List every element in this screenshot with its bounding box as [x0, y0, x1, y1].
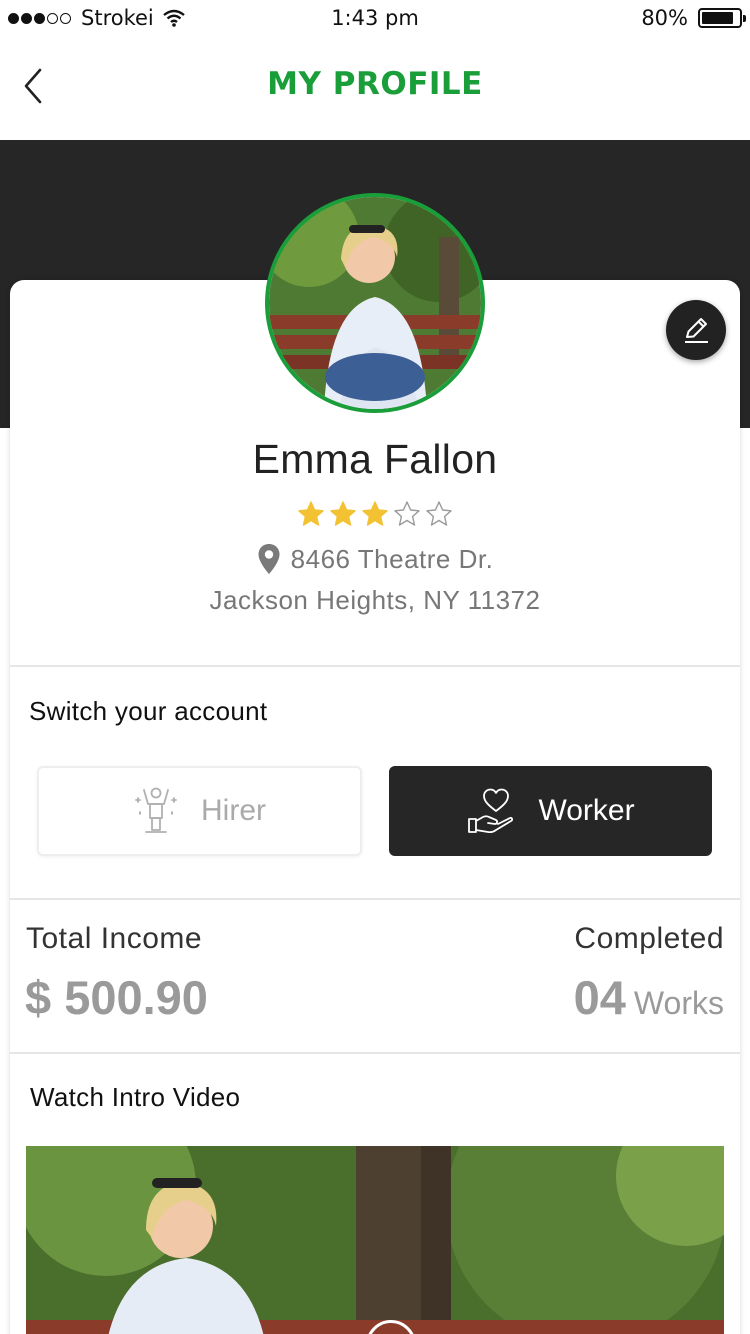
intro-video-thumbnail[interactable] — [26, 1146, 724, 1334]
divider — [10, 665, 740, 667]
worker-label: Worker — [538, 794, 635, 827]
video-frame — [26, 1146, 724, 1334]
status-bar: Strokei 1:43 pm 80% — [0, 0, 750, 40]
star-empty-icon — [394, 501, 420, 526]
completed-unit: Works — [633, 985, 724, 1021]
total-income-value: $ 500.90 — [25, 971, 208, 1024]
profile-name: Emma Fallon — [252, 436, 498, 482]
switch-account-title: Switch your account — [29, 696, 268, 726]
battery-group: 80% — [641, 6, 746, 30]
star-filled-icon — [330, 501, 356, 526]
divider — [10, 898, 740, 900]
avatar-photo — [269, 197, 481, 409]
avatar[interactable] — [265, 193, 485, 413]
total-income-label: Total Income — [26, 922, 203, 955]
video-section-title: Watch Intro Video — [30, 1082, 241, 1112]
completed-value: 04 — [573, 971, 626, 1024]
profile-address: 8466 Theatre Dr. Jackson Heights, NY 113… — [0, 542, 750, 617]
edit-profile-button[interactable] — [666, 300, 726, 360]
battery-percent: 80% — [641, 6, 688, 30]
worker-button[interactable]: Worker — [389, 766, 712, 856]
pencil-icon — [685, 318, 708, 343]
completed-count: 04 Works — [574, 970, 724, 1025]
heart-hand-icon — [468, 788, 514, 834]
hirer-button[interactable]: Hirer — [37, 766, 362, 856]
completed-label: Completed — [574, 922, 724, 955]
divider — [10, 1052, 740, 1054]
battery-icon — [698, 8, 746, 28]
address-line1: 8466 Theatre Dr. — [290, 544, 494, 574]
status-time: 1:43 pm — [331, 6, 419, 30]
address-line2: Jackson Heights, NY 11372 — [209, 585, 541, 615]
page-title: MY PROFILE — [267, 66, 483, 102]
hirer-label: Hirer — [201, 794, 266, 827]
star-empty-icon — [426, 501, 452, 526]
rating-stars — [0, 500, 750, 528]
star-filled-icon — [298, 501, 324, 526]
star-filled-icon — [362, 501, 388, 526]
celebrating-person-icon — [135, 787, 177, 833]
nav-bar: MY PROFILE — [0, 40, 750, 140]
location-pin-icon — [258, 544, 280, 574]
